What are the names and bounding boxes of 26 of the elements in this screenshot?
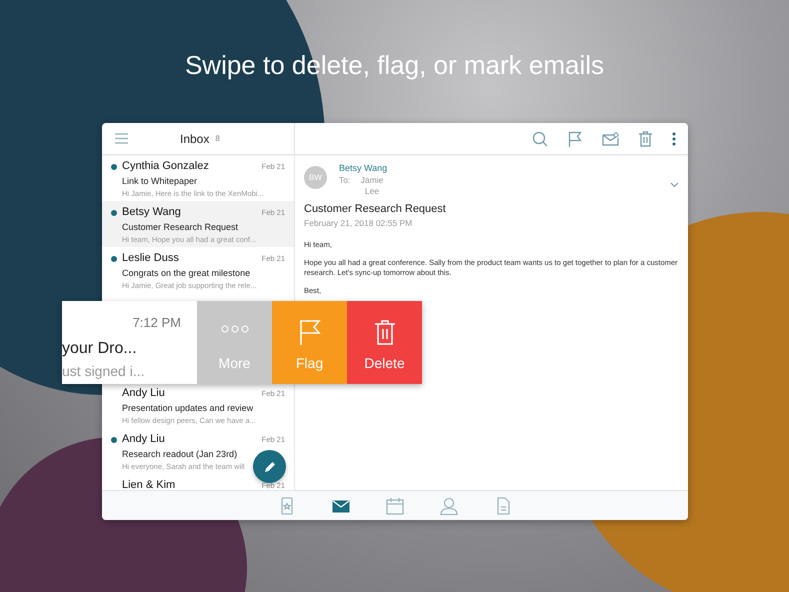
compose-button[interactable] <box>253 450 286 483</box>
chevron-down-icon[interactable] <box>670 182 679 188</box>
person-icon[interactable] <box>438 496 460 514</box>
menu-icon[interactable] <box>115 133 128 144</box>
message-subject: Customer Research Request <box>304 203 447 215</box>
more-options-icon[interactable] <box>672 132 676 146</box>
three-dots-icon <box>220 325 248 333</box>
recipient-name: Jamie Lee <box>360 175 384 197</box>
swiped-email-item[interactable]: 7:12 PM your Dro... ust signed i... <box>62 301 197 384</box>
email-time: 7:12 PM <box>132 314 182 330</box>
envelope-icon[interactable] <box>602 132 619 146</box>
email-preview: ust signed i... <box>62 363 146 379</box>
delete-button[interactable]: Delete <box>347 301 422 384</box>
flag-icon[interactable] <box>568 130 582 146</box>
trash-icon <box>374 319 394 345</box>
email-subject: your Dro... <box>62 340 138 358</box>
sender-name[interactable]: Betsy Wang <box>339 163 670 173</box>
trash-icon[interactable] <box>639 130 652 146</box>
message-date: February 21, 2018 02:55 PM <box>304 218 414 228</box>
inbox-title: Inbox <box>180 132 210 146</box>
search-icon[interactable] <box>532 130 548 146</box>
pencil-icon <box>262 460 276 474</box>
flag-icon <box>298 319 320 345</box>
unread-count: 8 <box>215 134 220 143</box>
calendar-icon[interactable] <box>384 496 406 514</box>
to-label: To: <box>339 175 352 187</box>
